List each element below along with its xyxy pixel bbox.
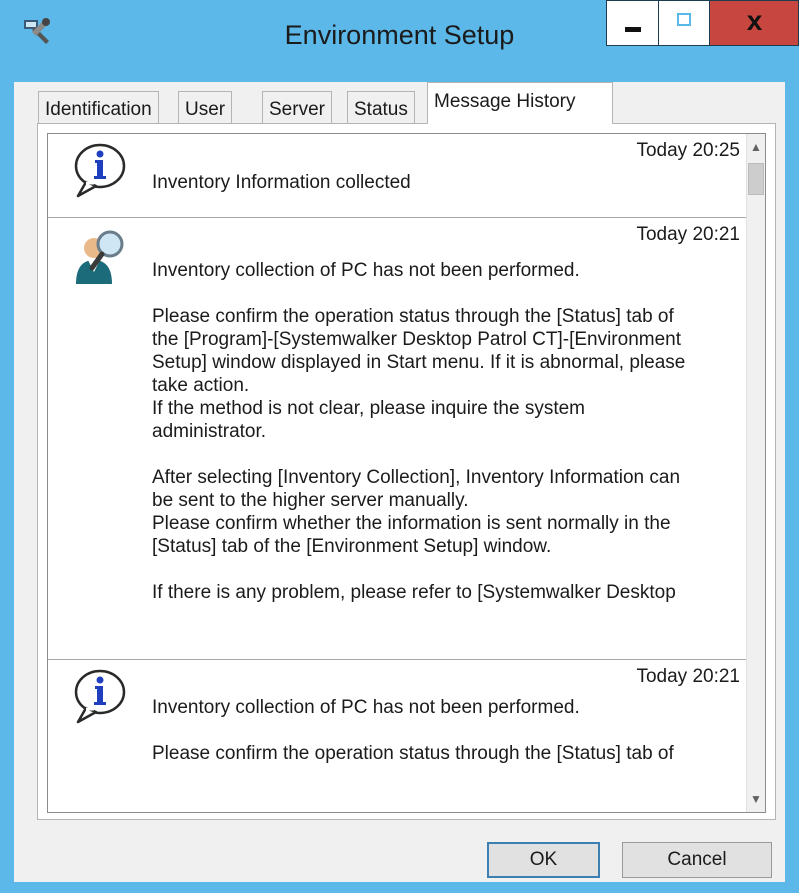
- message-list[interactable]: Today 20:25 Inventory Information collec…: [47, 133, 766, 813]
- minimize-icon: [625, 27, 641, 32]
- vertical-scrollbar[interactable]: ▲ ▼: [746, 134, 765, 812]
- cancel-button[interactable]: Cancel: [622, 842, 772, 878]
- message-item: Today 20:21 Inventory collection of PC h…: [48, 660, 748, 812]
- message-time: Today 20:25: [636, 140, 740, 161]
- message-text: Inventory collection of PC has not been …: [152, 697, 674, 764]
- dialog-client-area: Identification User Server Status Messag…: [14, 82, 785, 882]
- maximize-button[interactable]: [659, 0, 710, 46]
- info-icon: [74, 143, 126, 198]
- message-item: Today 20:25 Inventory Information collec…: [48, 134, 748, 217]
- maximize-icon: [677, 13, 691, 26]
- user-search-icon: [76, 230, 124, 284]
- message-text: Inventory collection of PC has not been …: [152, 260, 686, 603]
- message-time: Today 20:21: [636, 666, 740, 687]
- message-history-panel: Today 20:25 Inventory Information collec…: [37, 123, 776, 820]
- info-icon: [74, 669, 126, 724]
- tab-identification[interactable]: Identification: [38, 91, 159, 123]
- environment-setup-window: Environment Setup x Identification User …: [0, 0, 799, 893]
- message-item: Today 20:21 Inventory collection of PC h…: [48, 218, 748, 659]
- message-time: Today 20:21: [636, 224, 740, 245]
- ok-button[interactable]: OK: [487, 842, 600, 878]
- scrollbar-thumb[interactable]: [748, 163, 764, 195]
- tab-message-history[interactable]: Message History: [427, 82, 613, 124]
- tab-server[interactable]: Server: [262, 91, 332, 123]
- close-icon: x: [746, 5, 763, 36]
- minimize-button[interactable]: [606, 0, 659, 46]
- tab-user[interactable]: User: [178, 91, 233, 123]
- scroll-down-icon[interactable]: ▼: [747, 790, 765, 808]
- tab-status[interactable]: Status: [347, 91, 415, 123]
- close-button[interactable]: x: [710, 0, 799, 46]
- message-text: Inventory Information collected: [152, 172, 411, 193]
- title-bar[interactable]: Environment Setup x: [0, 0, 799, 82]
- scroll-up-icon[interactable]: ▲: [747, 138, 765, 156]
